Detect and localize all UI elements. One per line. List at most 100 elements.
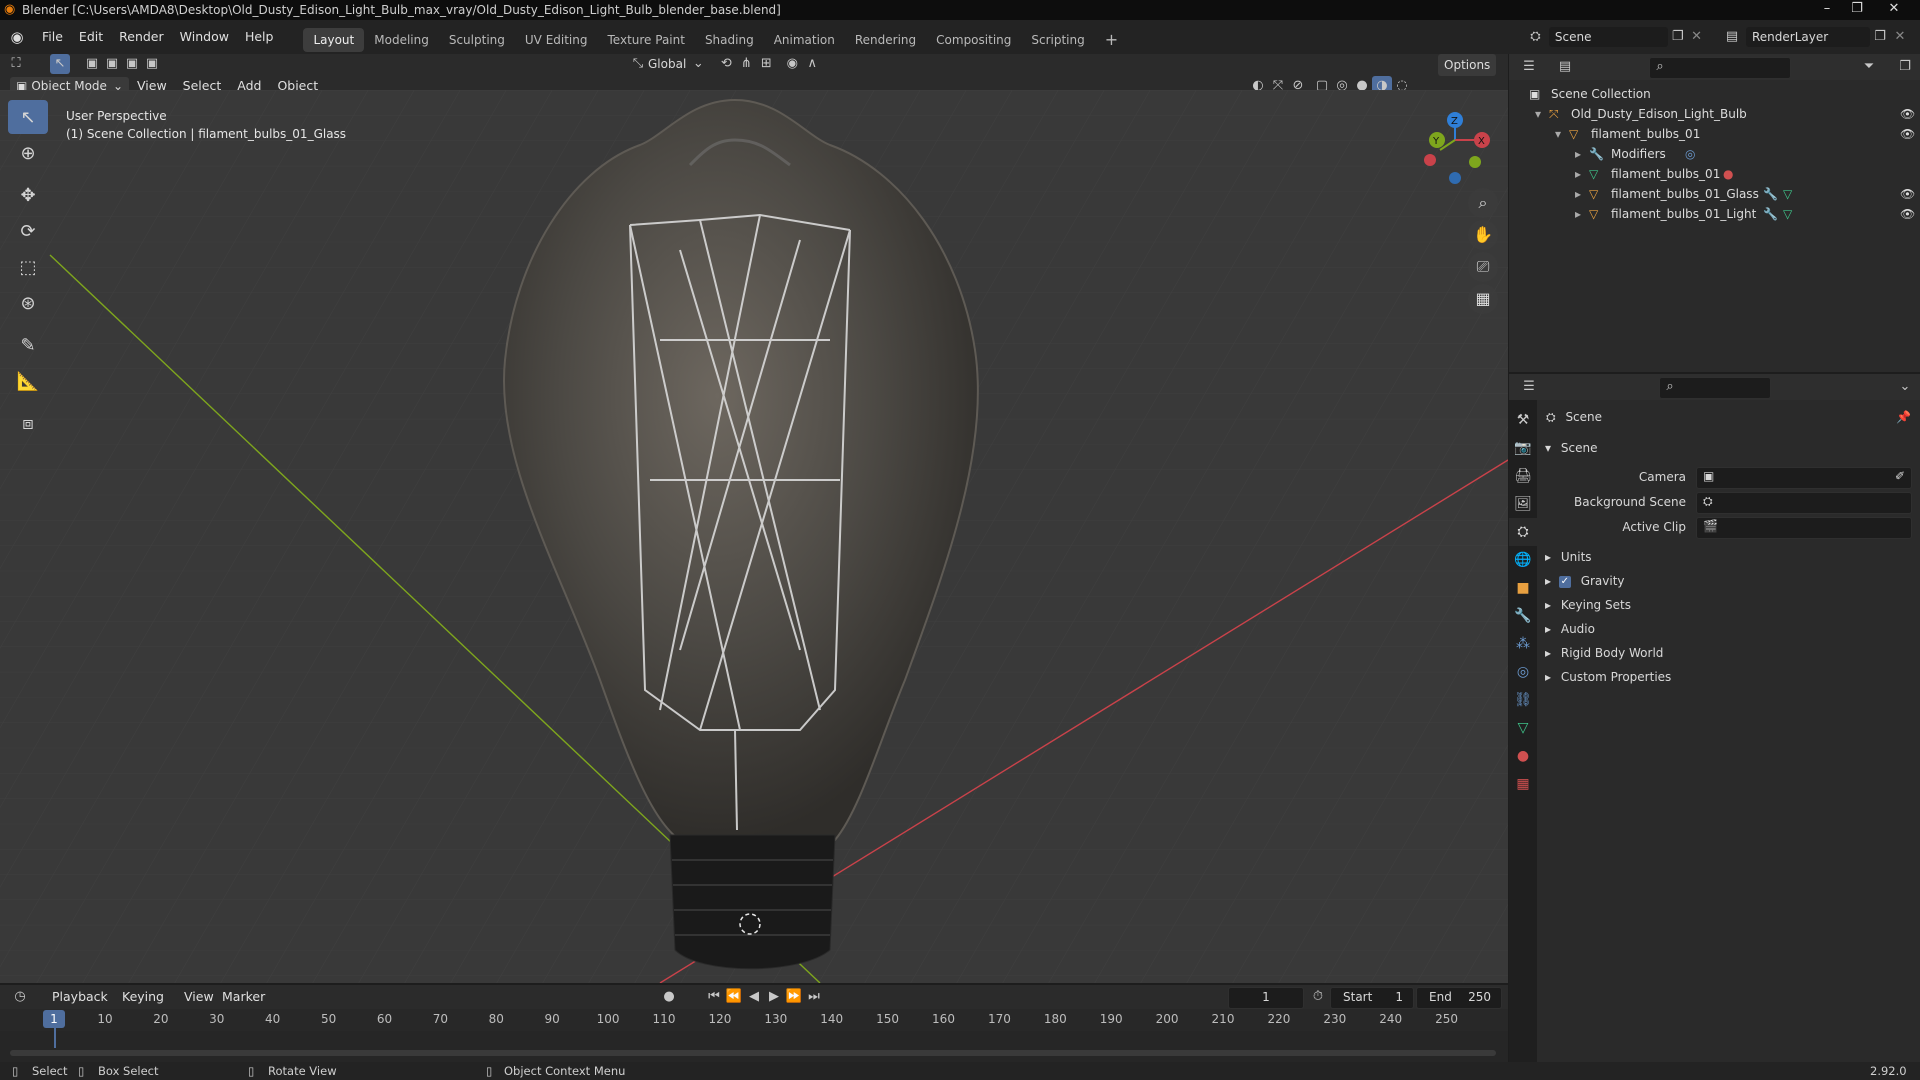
physics-tab-icon[interactable]: ◎: [1509, 658, 1537, 686]
snap-icon[interactable]: ⋔: [736, 54, 756, 74]
timeline-scrollbar[interactable]: [10, 1050, 1496, 1056]
stopwatch-icon[interactable]: ⏱: [1308, 987, 1328, 1007]
tab-texture-paint[interactable]: Texture Paint: [598, 28, 695, 52]
play-reverse-icon[interactable]: ◀: [744, 987, 764, 1007]
delete-scene-icon[interactable]: ✕: [1687, 27, 1706, 47]
outliner-row[interactable]: ▸ 🔧 Modifiers ◎: [1509, 144, 1920, 164]
menu-edit[interactable]: Edit: [71, 20, 111, 54]
menu-file[interactable]: File: [34, 20, 71, 54]
eye-icon[interactable]: 👁: [1900, 184, 1915, 204]
measure-tool-icon[interactable]: 📐: [8, 364, 48, 398]
custom-properties-panel[interactable]: ▸ Custom Properties: [1545, 666, 1671, 688]
falloff-icon[interactable]: ∧: [802, 54, 822, 74]
end-frame-field[interactable]: End 250: [1416, 987, 1502, 1009]
scene-panel-header[interactable]: ▾ Scene: [1545, 437, 1597, 459]
select-mode-extend-icon[interactable]: ▣: [102, 54, 122, 74]
move-tool-icon[interactable]: ✥: [8, 178, 48, 212]
pan-hand-icon[interactable]: ✋: [1468, 220, 1498, 250]
tab-modeling[interactable]: Modeling: [364, 28, 439, 52]
tab-shading[interactable]: Shading: [695, 28, 764, 52]
select-mode-new-icon[interactable]: ▣: [82, 54, 102, 74]
options-dropdown[interactable]: Options: [1438, 54, 1497, 76]
gravity-panel[interactable]: ▸ ✓ Gravity: [1545, 570, 1625, 592]
pivot-icon[interactable]: ⟲: [716, 54, 736, 74]
outliner-row[interactable]: ▸ ▽ filament_bulbs_01 ●: [1509, 164, 1920, 184]
units-panel[interactable]: ▸ Units: [1545, 546, 1592, 568]
jump-keyframe-back-icon[interactable]: ⏪: [724, 987, 744, 1007]
texture-tab-icon[interactable]: ▦: [1509, 770, 1537, 798]
minimize-icon[interactable]: –: [1813, 0, 1841, 20]
select-tool-icon[interactable]: ↖: [50, 54, 70, 74]
chevron-down-icon[interactable]: ⌄: [1895, 377, 1915, 397]
timeline-menu-keying[interactable]: Keying: [114, 985, 172, 1009]
outliner-row[interactable]: ▾ ⤧ Old_Dusty_Edison_Light_Bulb 👁: [1509, 104, 1920, 124]
scene-name-field[interactable]: Scene: [1548, 27, 1669, 47]
material-tab-icon[interactable]: ●: [1509, 742, 1537, 770]
menu-help[interactable]: Help: [237, 20, 282, 54]
camera-view-icon[interactable]: ⎚: [1468, 252, 1498, 282]
perspective-grid-icon[interactable]: ▦: [1468, 284, 1498, 314]
world-tab-icon[interactable]: 🌐: [1509, 546, 1537, 574]
add-workspace-icon[interactable]: +: [1095, 28, 1128, 52]
active-clip-field[interactable]: 🎬: [1696, 517, 1912, 539]
tool-tab-icon[interactable]: ⚒: [1509, 406, 1537, 434]
tab-layout[interactable]: Layout: [303, 27, 365, 52]
blender-menu-icon[interactable]: ◉: [0, 28, 34, 46]
new-layer-icon[interactable]: ❐: [1870, 27, 1890, 47]
constraints-tab-icon[interactable]: ⛓: [1509, 686, 1537, 714]
rotate-tool-icon[interactable]: ⟳: [8, 214, 48, 248]
record-icon[interactable]: ●: [659, 987, 679, 1007]
scene-tab-icon[interactable]: ⛭: [1509, 518, 1537, 546]
modifier-tab-icon[interactable]: 🔧: [1509, 602, 1537, 630]
tab-scripting[interactable]: Scripting: [1021, 28, 1094, 52]
jump-end-icon[interactable]: ⏭: [804, 987, 824, 1007]
rigid-body-world-panel[interactable]: ▸ Rigid Body World: [1545, 642, 1663, 664]
jump-keyframe-forward-icon[interactable]: ⏩: [784, 987, 804, 1007]
outliner-search-input[interactable]: ⌕: [1649, 57, 1791, 79]
pin-icon[interactable]: 📌: [1896, 406, 1911, 428]
tab-compositing[interactable]: Compositing: [926, 28, 1021, 52]
chevron-right-icon[interactable]: ▸: [1575, 204, 1581, 224]
chevron-down-icon[interactable]: ▾: [1535, 104, 1541, 124]
filter-icon[interactable]: ⏷: [1859, 57, 1879, 77]
select-mode-invert-icon[interactable]: ▣: [142, 54, 162, 74]
output-tab-icon[interactable]: 🖨: [1509, 462, 1537, 490]
render-layer-field[interactable]: RenderLayer: [1746, 27, 1870, 47]
view-layer-tab-icon[interactable]: 🖼: [1509, 490, 1537, 518]
audio-panel[interactable]: ▸ Audio: [1545, 618, 1595, 640]
snap-target-icon[interactable]: ⊞: [756, 54, 776, 74]
keying-sets-panel[interactable]: ▸ Keying Sets: [1545, 594, 1631, 616]
background-scene-field[interactable]: ⛭: [1696, 492, 1912, 514]
tab-animation[interactable]: Animation: [764, 28, 845, 52]
maximize-icon[interactable]: ❐: [1843, 0, 1871, 20]
play-icon[interactable]: ▶: [764, 987, 784, 1007]
add-cube-tool-icon[interactable]: ⧈: [8, 406, 48, 440]
chevron-down-icon[interactable]: ▾: [1555, 124, 1561, 144]
zoom-icon[interactable]: ⌕: [1468, 188, 1498, 218]
gravity-checkbox[interactable]: ✓: [1558, 575, 1571, 588]
new-collection-icon[interactable]: ❐: [1895, 57, 1915, 77]
properties-search-input[interactable]: ⌕: [1659, 377, 1771, 399]
outliner-row[interactable]: ▸ ▽ filament_bulbs_01_Light 🔧 ▽ 👁: [1509, 204, 1920, 224]
tab-rendering[interactable]: Rendering: [845, 28, 926, 52]
annotate-tool-icon[interactable]: ✎: [8, 328, 48, 362]
editor-type-icon[interactable]: ☰: [1519, 377, 1539, 397]
data-tab-icon[interactable]: ▽: [1509, 714, 1537, 742]
close-icon[interactable]: ✕: [1880, 0, 1908, 20]
eye-icon[interactable]: 👁: [1900, 104, 1915, 124]
orientation-dropdown[interactable]: Global: [648, 57, 686, 71]
tab-sculpting[interactable]: Sculpting: [439, 28, 515, 52]
3d-viewport[interactable]: Z X Y ⌕ ✋ ⎚ ▦: [0, 90, 1508, 983]
view-layer-icon[interactable]: ▤: [1722, 27, 1742, 47]
jump-start-icon[interactable]: ⏮: [704, 987, 724, 1007]
camera-field[interactable]: ▣ ✐: [1696, 467, 1912, 489]
eye-icon[interactable]: 👁: [1900, 204, 1915, 224]
proportional-edit-icon[interactable]: ◉: [782, 54, 802, 74]
transform-tool-icon[interactable]: ⊛: [8, 286, 48, 320]
editor-type-icon[interactable]: ☰: [1519, 57, 1539, 77]
timeline-menu-marker[interactable]: Marker: [214, 985, 273, 1009]
select-box-tool-icon[interactable]: ↖: [8, 100, 48, 134]
chevron-right-icon[interactable]: ▸: [1575, 144, 1581, 164]
bulb-base[interactable]: [669, 834, 836, 970]
cursor-tool-icon[interactable]: ⊕: [8, 136, 48, 170]
